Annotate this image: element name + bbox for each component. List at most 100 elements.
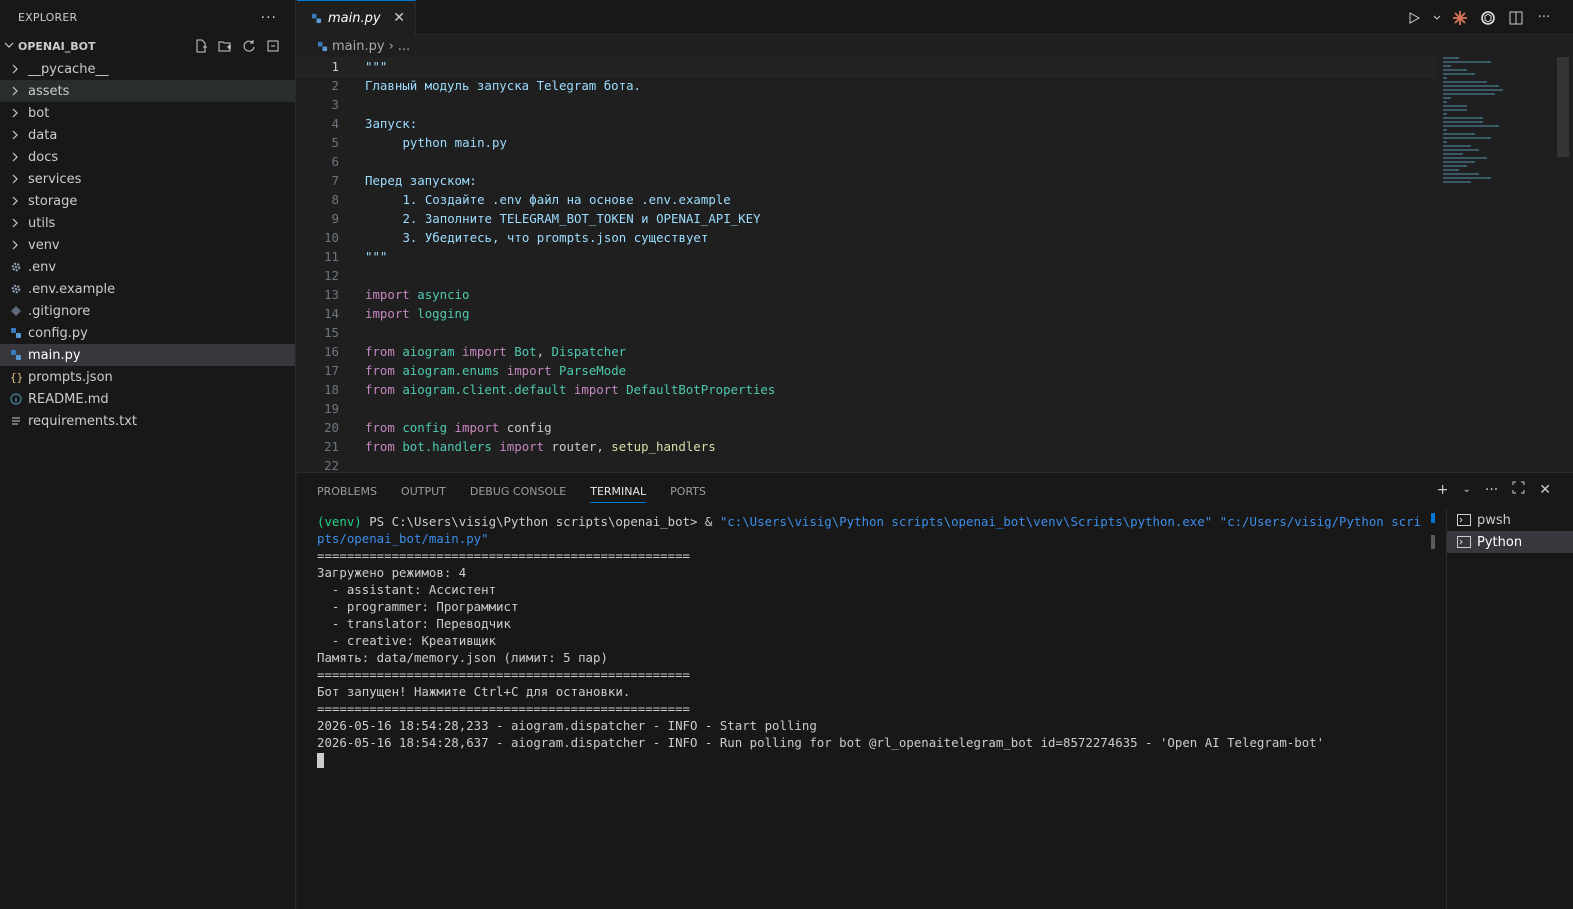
code-line[interactable]: 1 """ <box>297 57 1437 77</box>
code-line[interactable]: 21 from bot.handlers import router, setup… <box>297 437 1437 456</box>
code-line[interactable]: 9 2. Заполните TELEGRAM_BOT_TOKEN и OPEN… <box>297 209 1437 228</box>
breadcrumb-file[interactable]: main.py <box>332 39 385 54</box>
run-icon[interactable] <box>1405 9 1423 27</box>
line-content <box>339 95 365 114</box>
tree-file-readme-md[interactable]: README.md <box>0 388 295 410</box>
tab-main-py[interactable]: main.py ✕ <box>297 0 416 35</box>
collapse-all-icon[interactable] <box>265 38 281 54</box>
terminal-icon <box>1457 536 1471 548</box>
line-number: 6 <box>331 154 339 169</box>
code-line[interactable]: 20 from config import config <box>297 418 1437 437</box>
code-editor[interactable]: 1 """ 2 Главный модуль запуска Telegram бот… <box>297 57 1437 472</box>
split-editor-icon[interactable] <box>1507 9 1525 27</box>
new-terminal-icon[interactable]: + <box>1437 482 1449 498</box>
chevron-right-icon <box>10 108 28 118</box>
minimap-line <box>1443 85 1499 87</box>
code-line[interactable]: 11 """ <box>297 247 1437 266</box>
line-number: 3 <box>331 97 339 112</box>
code-line[interactable]: 22 <box>297 456 1437 472</box>
tree-folder-data[interactable]: data <box>0 124 295 146</box>
close-panel-icon[interactable]: ✕ <box>1539 482 1551 498</box>
code-line[interactable]: 5 python main.py <box>297 133 1437 152</box>
code-line[interactable]: 4 Запуск: <box>297 114 1437 133</box>
tree-file-env-example[interactable]: .env.example <box>0 278 295 300</box>
tree-item-label: docs <box>28 149 59 165</box>
code-line[interactable]: 19 <box>297 399 1437 418</box>
breadcrumb: main.py › ... <box>297 35 1573 57</box>
code-line[interactable]: 13 import asyncio <box>297 285 1437 304</box>
code-line[interactable]: 2 Главный модуль запуска Telegram бота. <box>297 76 1437 95</box>
code-line[interactable]: 12 <box>297 266 1437 285</box>
tree-folder-venv[interactable]: venv <box>0 234 295 256</box>
minimap-line <box>1443 173 1479 175</box>
tree-folder-assets[interactable]: assets <box>0 80 295 102</box>
terminal-session-python[interactable]: Python <box>1447 531 1573 553</box>
tree-folder-pycache[interactable]: __pycache__ <box>0 58 295 80</box>
tree-file-env[interactable]: .env <box>0 256 295 278</box>
code-line[interactable]: 7 Перед запуском: <box>297 171 1437 190</box>
tree-folder-storage[interactable]: storage <box>0 190 295 212</box>
new-folder-icon[interactable] <box>217 38 233 54</box>
terminal-session-label: Python <box>1477 534 1523 550</box>
tree-folder-utils[interactable]: utils <box>0 212 295 234</box>
minimap-line <box>1443 181 1471 183</box>
tree-item-label: assets <box>28 83 70 99</box>
line-number: 13 <box>324 287 339 302</box>
editor-tabbar: main.py ✕ ··· <box>297 0 1573 35</box>
code-line[interactable]: 8 1. Создайте .env файл на основе .env.e… <box>297 190 1437 209</box>
code-line[interactable]: 10 3. Убедитесь, что prompts.json сущест… <box>297 228 1437 247</box>
line-number: 9 <box>331 211 339 226</box>
chevron-right-icon <box>10 218 28 228</box>
tree-file-prompts-json[interactable]: {} prompts.json <box>0 366 295 388</box>
refresh-icon[interactable] <box>241 38 257 54</box>
terminal-session-pwsh[interactable]: pwsh <box>1447 509 1573 531</box>
code-line[interactable]: 17 from aiogram.enums import ParseMode <box>297 361 1437 380</box>
terminal-line: Загружено режимов: 4 <box>317 565 467 580</box>
minimap-line <box>1443 73 1475 75</box>
breadcrumb-more[interactable]: ... <box>398 39 410 54</box>
more-actions-icon[interactable]: ··· <box>1485 482 1498 498</box>
line-content: from aiogram.client.default import Defau… <box>365 382 776 397</box>
python-icon <box>10 349 28 361</box>
minimap[interactable] <box>1443 57 1523 197</box>
claude-icon[interactable] <box>1451 9 1469 27</box>
git-icon <box>10 305 28 317</box>
new-file-icon[interactable] <box>193 38 209 54</box>
tab-debug-console[interactable]: DEBUG CONSOLE <box>470 473 566 509</box>
tab-ports[interactable]: PORTS <box>670 473 706 509</box>
tree-file-main-py[interactable]: main.py <box>0 344 295 366</box>
tree-folder-bot[interactable]: bot <box>0 102 295 124</box>
tree-file-requirements-txt[interactable]: requirements.txt <box>0 410 295 432</box>
tab-output[interactable]: OUTPUT <box>401 473 446 509</box>
tab-label: main.py <box>328 10 381 26</box>
line-number: 11 <box>324 249 339 264</box>
workspace-folder-row[interactable]: OPENAI_BOT <box>0 35 295 57</box>
code-line[interactable]: 3 <box>297 95 1437 114</box>
code-line[interactable]: 6 <box>297 152 1437 171</box>
code-line[interactable]: 15 <box>297 323 1437 342</box>
line-number: 15 <box>324 325 339 340</box>
code-line[interactable]: 14 import logging <box>297 304 1437 323</box>
tree-file-gitignore[interactable]: .gitignore <box>0 300 295 322</box>
tree-folder-docs[interactable]: docs <box>0 146 295 168</box>
terminal-line: - assistant: Ассистент <box>317 582 497 597</box>
code-line[interactable]: 16 from aiogram import Bot, Dispatcher <box>297 342 1437 361</box>
maximize-panel-icon[interactable] <box>1512 481 1525 498</box>
tree-file-config-py[interactable]: config.py <box>0 322 295 344</box>
tab-terminal[interactable]: TERMINAL <box>590 473 646 509</box>
code-line[interactable]: 18 from aiogram.client.default import Def… <box>297 380 1437 399</box>
file-tree: __pycache__assets bot data docs services stor… <box>0 58 295 432</box>
tab-problems[interactable]: PROBLEMS <box>317 473 377 509</box>
minimap-line <box>1443 177 1491 179</box>
more-actions-icon[interactable]: ··· <box>1535 9 1553 27</box>
chevron-down-icon[interactable]: ⌄ <box>1463 484 1471 495</box>
line-number: 22 <box>324 458 339 472</box>
close-icon[interactable]: ✕ <box>393 10 405 26</box>
editor-scrollbar[interactable] <box>1557 57 1569 157</box>
openai-icon[interactable] <box>1479 9 1497 27</box>
more-actions-icon[interactable]: ··· <box>261 10 277 26</box>
chevron-right-icon <box>10 196 28 206</box>
chevron-down-icon[interactable] <box>1433 9 1441 27</box>
terminal-output[interactable]: (venv) PS C:\Users\visig\Python scripts\… <box>317 513 1427 768</box>
tree-folder-services[interactable]: services <box>0 168 295 190</box>
